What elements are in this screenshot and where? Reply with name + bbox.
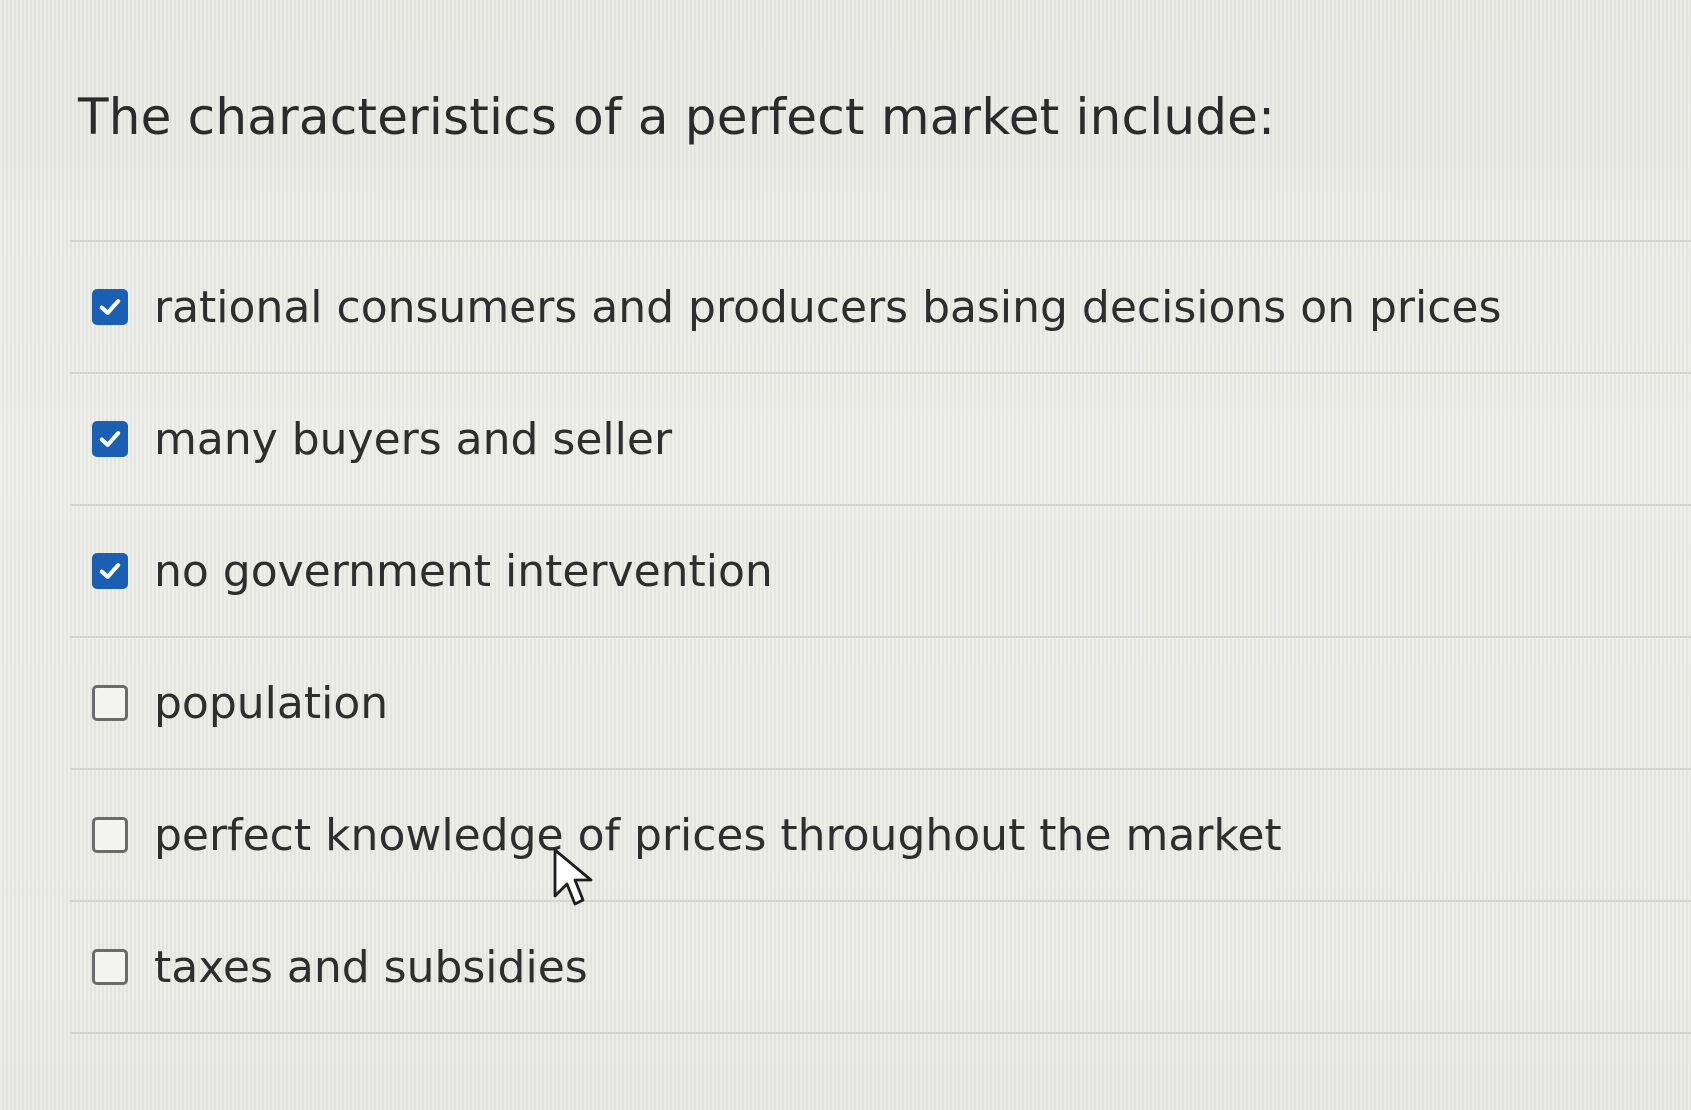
option-label: population [154, 677, 389, 729]
checkbox-checked[interactable] [92, 553, 128, 589]
option-label: taxes and subsidies [154, 941, 588, 993]
option-no-government[interactable]: no government intervention [70, 504, 1691, 636]
quiz-screen: The characteristics of a perfect market … [0, 0, 1691, 1110]
option-label: many buyers and seller [154, 413, 673, 465]
question-text: The characteristics of a perfect market … [78, 88, 1276, 146]
checkmark-icon [99, 299, 121, 315]
option-perfect-knowledge[interactable]: perfect knowledge of prices throughout t… [70, 768, 1691, 900]
option-taxes-subsidies[interactable]: taxes and subsidies [70, 900, 1691, 1034]
checkbox-checked[interactable] [92, 289, 128, 325]
options-list: rational consumers and producers basing … [70, 240, 1691, 1034]
checkmark-icon [99, 563, 121, 579]
checkbox-unchecked[interactable] [92, 949, 128, 985]
option-label: rational consumers and producers basing … [154, 281, 1502, 333]
checkbox-checked[interactable] [92, 421, 128, 457]
checkmark-icon [99, 431, 121, 447]
option-many-buyers[interactable]: many buyers and seller [70, 372, 1691, 504]
checkbox-unchecked[interactable] [92, 685, 128, 721]
mouse-pointer-icon [553, 848, 593, 906]
option-label: perfect knowledge of prices throughout t… [154, 809, 1282, 861]
option-label: no government intervention [154, 545, 773, 597]
option-rational-consumers[interactable]: rational consumers and producers basing … [70, 240, 1691, 372]
option-population[interactable]: population [70, 636, 1691, 768]
checkbox-unchecked[interactable] [92, 817, 128, 853]
